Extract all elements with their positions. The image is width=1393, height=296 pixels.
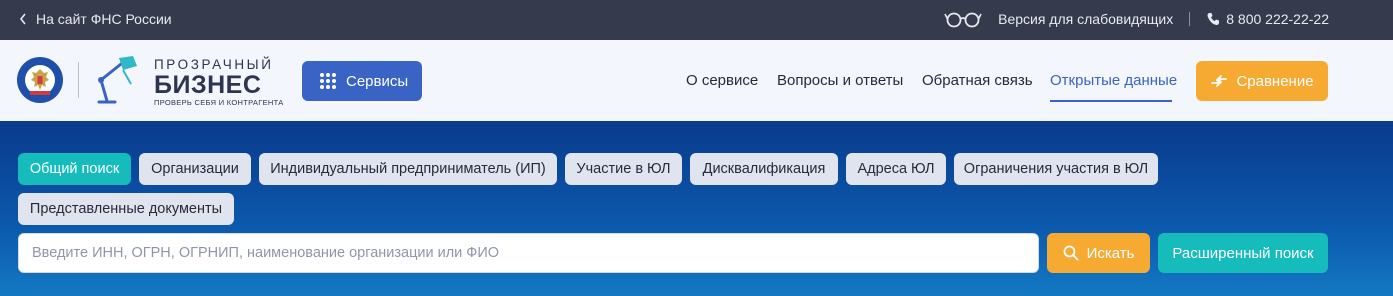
nav-about[interactable]: О сервисе	[686, 72, 758, 89]
topbar-divider	[1189, 12, 1191, 26]
tab-submitted-documents[interactable]: Представленные документы	[18, 193, 234, 225]
tab-general-search[interactable]: Общий поиск	[18, 153, 131, 185]
fns-emblem-icon[interactable]	[16, 56, 64, 104]
nav-active-underline	[1050, 100, 1172, 102]
top-bar: На сайт ФНС России Версия для слабовидящ…	[0, 0, 1393, 40]
tab-participation[interactable]: Участие в ЮЛ	[565, 153, 682, 185]
services-label: Сервисы	[346, 72, 409, 90]
back-to-fns-link[interactable]: На сайт ФНС России	[18, 11, 172, 27]
tab-entrepreneur[interactable]: Индивидуальный предприниматель (ИП)	[259, 153, 557, 185]
tab-disqualification[interactable]: Дисквалификация	[690, 153, 838, 185]
advanced-search-button[interactable]: Расширенный поиск	[1158, 233, 1328, 273]
glasses-icon[interactable]	[944, 10, 982, 28]
compare-arrows-icon	[1211, 75, 1228, 87]
tab-restrictions[interactable]: Ограничения участия в ЮЛ	[954, 153, 1158, 185]
search-button[interactable]: Искать	[1047, 233, 1150, 273]
brand-line2: БИЗНЕС	[154, 71, 262, 99]
grid-dots-icon	[320, 73, 336, 89]
search-icon	[1063, 245, 1078, 261]
logo-divider	[78, 62, 79, 98]
back-link-label: На сайт ФНС России	[36, 11, 172, 27]
nav-faq[interactable]: Вопросы и ответы	[777, 72, 903, 89]
compare-button[interactable]: Сравнение	[1196, 61, 1328, 101]
search-button-label: Искать	[1086, 244, 1135, 262]
tab-addresses[interactable]: Адреса ЮЛ	[846, 153, 946, 185]
search-input[interactable]	[18, 233, 1039, 273]
nav-feedback[interactable]: Обратная связь	[922, 72, 1033, 89]
services-button[interactable]: Сервисы	[302, 61, 422, 101]
brand-line1: ПРОЗРАЧНЫЙ	[154, 57, 274, 72]
accessibility-link[interactable]: Версия для слабовидящих	[998, 11, 1173, 27]
topbar-right: Версия для слабовидящих 8 800 222-22-22	[944, 10, 1329, 28]
lamp-logo-icon	[97, 56, 137, 104]
nav-open-data[interactable]: Открытые данные	[1050, 72, 1177, 89]
phone-number[interactable]: 8 800 222-22-22	[1226, 11, 1329, 27]
brand-logo[interactable]: ПРОЗРАЧНЫЙ БИЗНЕС ПРОВЕРЬ СЕБЯ И КОНТРАГ…	[154, 57, 284, 108]
compare-label: Сравнение	[1236, 72, 1314, 90]
brand-tagline: ПРОВЕРЬ СЕБЯ И КОНТРАГЕНТА	[154, 98, 284, 107]
phone-icon	[1207, 13, 1220, 25]
tab-organizations[interactable]: Организации	[139, 153, 251, 185]
chevron-left-icon	[19, 13, 26, 25]
